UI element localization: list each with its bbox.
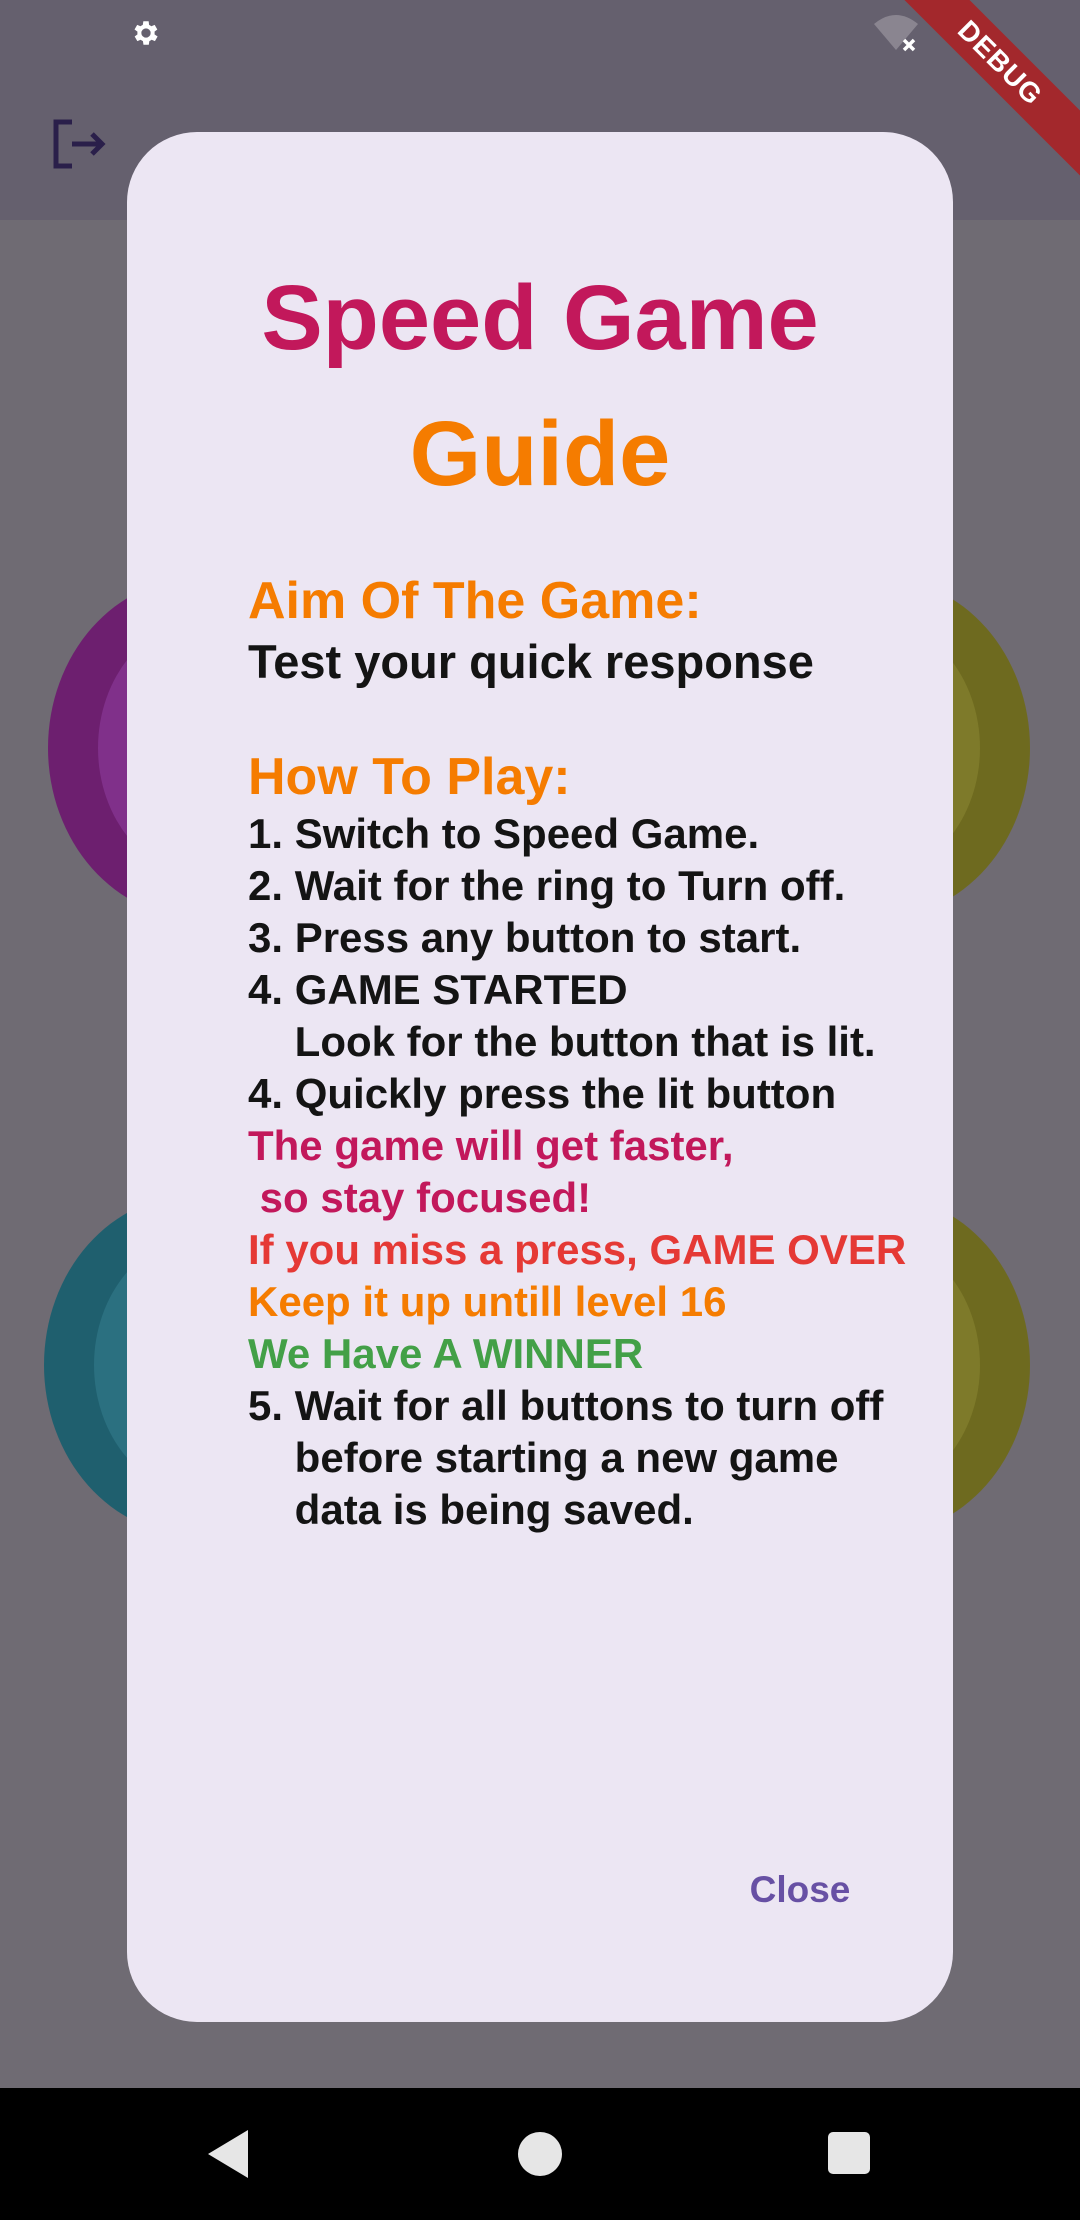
screen: DEBUG Speed Game Guide Aim Of The Game: …: [0, 0, 1080, 2220]
guide-content: Aim Of The Game: Test your quick respons…: [248, 570, 928, 1536]
step-line: 1. Switch to Speed Game.: [248, 810, 760, 857]
step-line: 3. Press any button to start.: [248, 914, 802, 961]
gear-icon: [134, 21, 158, 45]
wifi-off-icon: [874, 15, 918, 52]
logout-icon[interactable]: [48, 114, 108, 174]
step-line: 4. GAME STARTED: [248, 966, 628, 1013]
howto-heading: How To Play:: [248, 748, 571, 806]
aim-heading: Aim Of The Game:: [248, 572, 702, 630]
faster-line-2: so stay focused!: [248, 1174, 592, 1221]
step-line: Look for the button that is lit.: [248, 1018, 876, 1065]
title-speed-game: Speed Game: [261, 267, 819, 369]
dialog-title: Speed Game Guide: [0, 250, 1080, 522]
step-line: 4. Quickly press the lit button: [248, 1070, 837, 1117]
back-triangle-icon[interactable]: [204, 2128, 250, 2180]
home-circle-icon[interactable]: [518, 2132, 562, 2176]
step-line: 2. Wait for the ring to Turn off.: [248, 862, 846, 909]
step5-line-1: 5. Wait for all buttons to turn off: [248, 1382, 884, 1429]
winner-line: We Have A WINNER: [248, 1330, 644, 1377]
system-nav-bar: [0, 2088, 1080, 2220]
aim-text: Test your quick response: [248, 635, 814, 688]
step5-line-2: before starting a new game: [248, 1434, 839, 1481]
title-guide: Guide: [409, 403, 671, 505]
game-over-line: If you miss a press, GAME OVER: [248, 1226, 907, 1273]
close-button[interactable]: Close: [720, 1862, 880, 1918]
faster-line-1: The game will get faster,: [248, 1122, 734, 1169]
keep-it-up-line: Keep it up untill level 16: [248, 1278, 727, 1325]
recents-square-icon[interactable]: [828, 2132, 870, 2174]
step5-line-3: data is being saved.: [248, 1486, 694, 1533]
